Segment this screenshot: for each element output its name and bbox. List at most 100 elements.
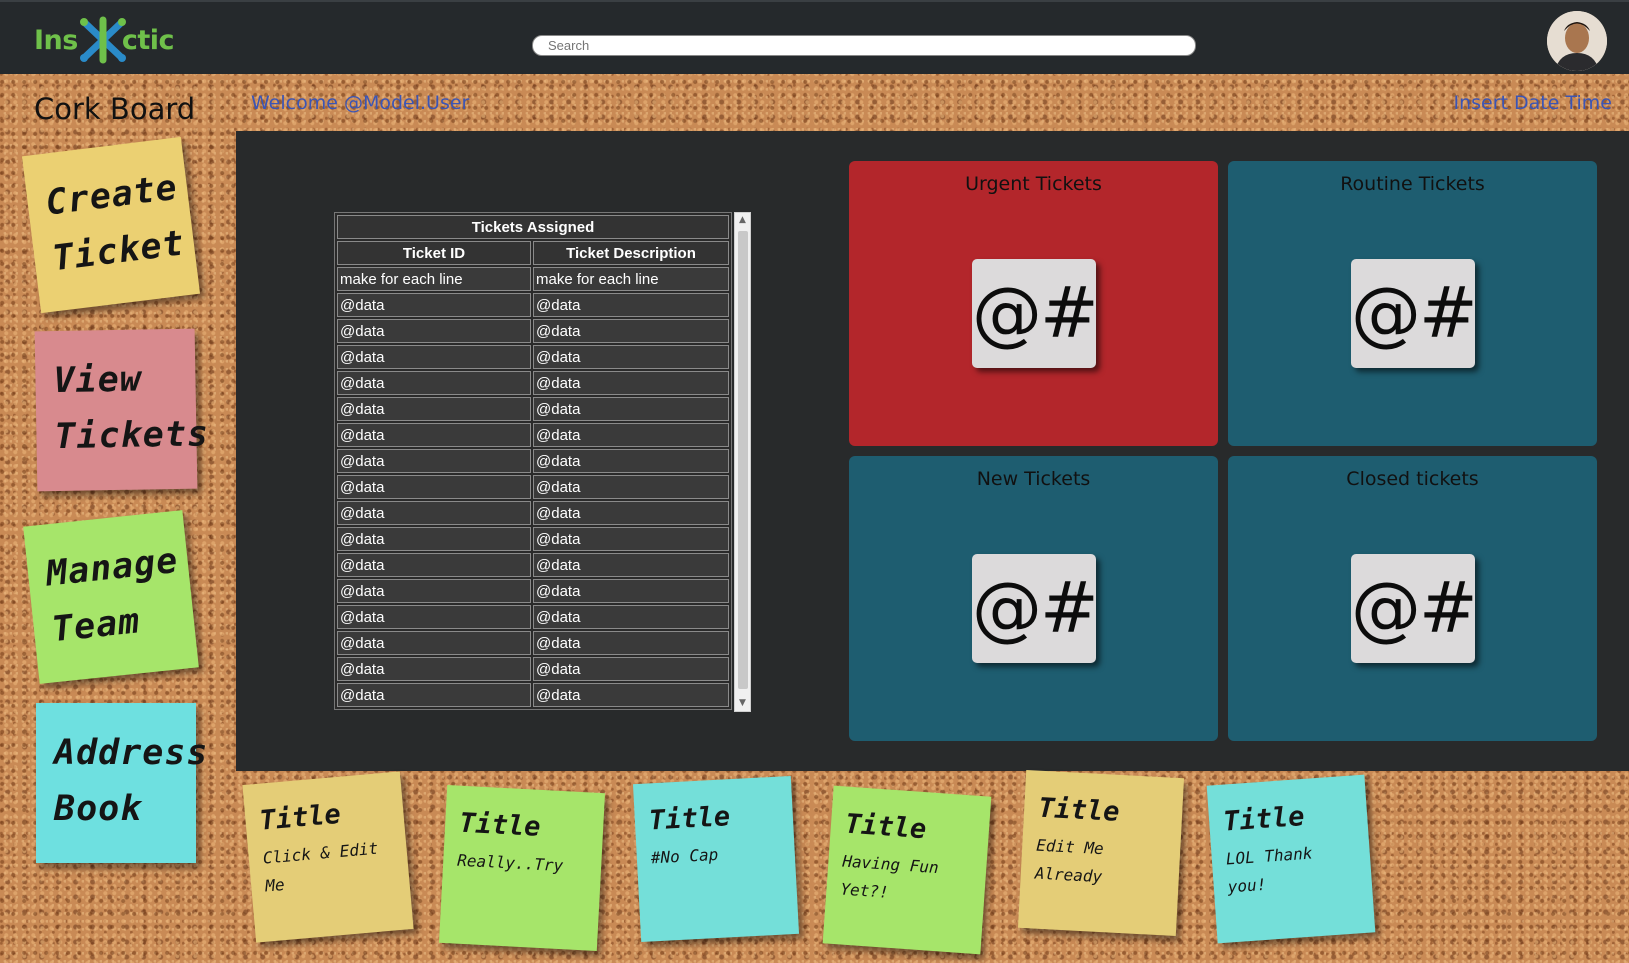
ticket-id-cell: @data [337,553,531,577]
note-title: Title [258,798,342,837]
manage-team-button[interactable]: Manage Team [23,510,199,684]
address-book-label-2: Book [54,789,143,829]
table-row[interactable]: @data @data [337,319,729,343]
table-row[interactable]: @data @data [337,449,729,473]
note-title: Title [458,807,542,843]
column-header-ticket-description[interactable]: Ticket Description [533,241,729,265]
ticket-description-cell: @data [533,579,729,603]
manage-team-label-2: Team [50,601,143,651]
closed-tickets-tile[interactable]: Closed tickets @# [1228,456,1597,741]
sticky-note[interactable]: Title Edit Me Already [1017,769,1185,937]
ticket-description-cell: @data [533,397,729,421]
note-title: Title [843,808,928,846]
ticket-description-cell: @data [533,345,729,369]
sticky-note[interactable]: Title Having Fun Yet?! [822,785,992,955]
ticket-description-cell: @data [533,683,729,707]
table-row[interactable]: @data @data [337,553,729,577]
note-body: Edit Me Already [1034,835,1105,887]
tickets-table: Tickets Assigned Ticket ID Ticket Descri… [334,212,732,710]
table-scrollbar[interactable]: ▲ ▼ [734,212,751,712]
sticky-note[interactable]: Title #No Cap [632,775,800,943]
sticky-note[interactable]: Title Click & Edit Me [242,771,414,943]
tickets-table-container[interactable]: Tickets Assigned Ticket ID Ticket Descri… [334,212,751,712]
ticket-id-cell: @data [337,423,531,447]
ticket-id-cell: @data [337,657,531,681]
top-bar: Ins ctic [0,0,1629,74]
ticket-id-cell: @data [337,449,531,473]
ticket-description-cell: @data [533,605,729,629]
scroll-up-icon[interactable]: ▲ [735,213,750,228]
table-row[interactable]: @data @data [337,605,729,629]
ticket-description-cell: @data [533,501,729,525]
ticket-description-cell: @data [533,371,729,395]
logo[interactable]: Ins ctic [34,14,176,66]
ticket-id-cell: @data [337,683,531,707]
table-row[interactable]: @data @data [337,527,729,551]
logo-icon [80,16,126,64]
date-time: Insert Date Time [1453,92,1613,114]
ticket-description-cell: @data [533,657,729,681]
new-tickets-count: @# [972,554,1099,663]
note-body: Having Fun Yet?! [839,851,940,902]
ticket-description-cell: @data [533,553,729,577]
new-tickets-tile[interactable]: New Tickets @# [849,456,1218,741]
address-book-label-1: Address [54,733,209,773]
table-row[interactable]: make for each line make for each line [337,267,729,291]
ticket-id-cell: @data [337,501,531,525]
ticket-id-cell: @data [337,371,531,395]
table-row[interactable]: @data @data [337,579,729,603]
avatar[interactable] [1547,11,1607,71]
routine-tickets-label: Routine Tickets [1340,173,1485,195]
note-body: Click & Edit Me [262,838,379,896]
table-row[interactable]: @data @data [337,501,729,525]
table-row[interactable]: @data @data [337,631,729,655]
view-tickets-label-2: Tickets [54,414,210,458]
ticket-id-cell: @data [337,579,531,603]
ticket-id-cell: make for each line [337,267,531,291]
urgent-tickets-tile[interactable]: Urgent Tickets @# [849,161,1218,446]
table-row[interactable]: @data @data [337,683,729,707]
scroll-thumb[interactable] [738,231,748,689]
table-row[interactable]: @data @data [337,293,729,317]
welcome-text: Welcome @Model.User [251,92,470,114]
create-ticket-button[interactable]: Create Ticket [21,136,201,314]
new-tickets-label: New Tickets [976,468,1091,490]
closed-tickets-count: @# [1351,554,1478,663]
note-title: Title [648,801,731,837]
routine-tickets-count: @# [1351,259,1478,368]
logo-text-left: Ins [34,24,78,56]
ticket-id-cell: @data [337,631,531,655]
address-book-button[interactable]: Address Book [36,703,209,863]
ticket-description-cell: make for each line [533,267,729,291]
ticket-id-cell: @data [337,345,531,369]
user-avatar-icon [1547,11,1607,71]
urgent-tickets-count: @# [972,259,1099,368]
ticket-description-cell: @data [533,527,729,551]
ticket-id-cell: @data [337,293,531,317]
routine-tickets-tile[interactable]: Routine Tickets @# [1228,161,1597,446]
sticky-note[interactable]: Title LOL Thank you! [1206,774,1376,944]
ticket-description-cell: @data [533,293,729,317]
table-row[interactable]: @data @data [337,371,729,395]
column-header-ticket-id[interactable]: Ticket ID [337,241,531,265]
ticket-description-cell: @data [533,631,729,655]
urgent-tickets-label: Urgent Tickets [965,173,1102,195]
ticket-description-cell: @data [533,423,729,447]
note-body: Really..Try [456,850,564,876]
ticket-id-cell: @data [337,397,531,421]
view-tickets-label-1: View [53,359,143,402]
table-row[interactable]: @data @data [337,345,729,369]
table-row[interactable]: @data @data [337,397,729,421]
ticket-description-cell: @data [533,475,729,499]
ticket-id-cell: @data [337,605,531,629]
sticky-note[interactable]: Title Really..Try [438,784,606,952]
table-row[interactable]: @data @data [337,423,729,447]
view-tickets-button[interactable]: View Tickets [34,328,210,492]
search-input[interactable] [532,35,1196,56]
note-title: Title [1037,792,1121,828]
table-row[interactable]: @data @data [337,657,729,681]
ticket-id-cell: @data [337,475,531,499]
table-row[interactable]: @data @data [337,475,729,499]
scroll-down-icon[interactable]: ▼ [735,696,750,711]
table-title: Tickets Assigned [337,215,729,239]
